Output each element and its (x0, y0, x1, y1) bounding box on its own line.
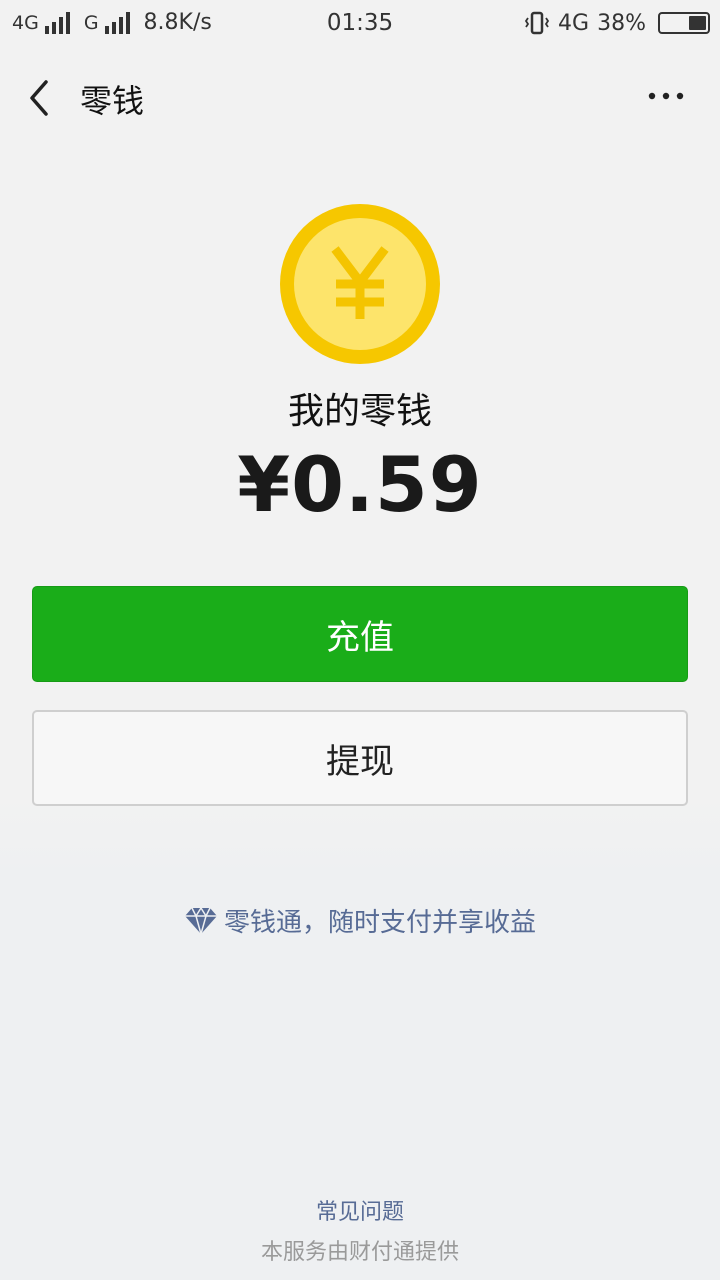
battery-fill (689, 16, 706, 30)
status-bar: 4G G 8.8K/s 01:35 4G 38% (0, 0, 720, 52)
balance-amount: ¥0.59 (237, 440, 483, 529)
battery-icon (658, 12, 710, 34)
battery-percent: 38% (597, 10, 646, 36)
withdraw-button[interactable]: 提现 (32, 710, 688, 806)
page-title: 零钱 (80, 82, 145, 120)
vibrate-icon (524, 11, 550, 35)
diamond-icon (184, 906, 217, 936)
nav-bar: 零钱 (0, 60, 720, 136)
status-right: 4G 38% (524, 10, 710, 36)
back-icon[interactable] (22, 78, 58, 118)
network-type-3: 4G (558, 10, 590, 36)
promo-link[interactable]: 零钱通，随时支付并享收益 (0, 902, 720, 939)
balance-label: 我的零钱 (287, 391, 432, 432)
coin-icon (280, 204, 440, 364)
recharge-button[interactable]: 充值 (32, 586, 688, 682)
faq-link[interactable]: 常见问题 (0, 1194, 720, 1226)
promo-text: 零钱通，随时支付并享收益 (223, 908, 536, 938)
more-icon[interactable] (646, 86, 686, 106)
provider-text: 本服务由财付通提供 (260, 1240, 459, 1265)
